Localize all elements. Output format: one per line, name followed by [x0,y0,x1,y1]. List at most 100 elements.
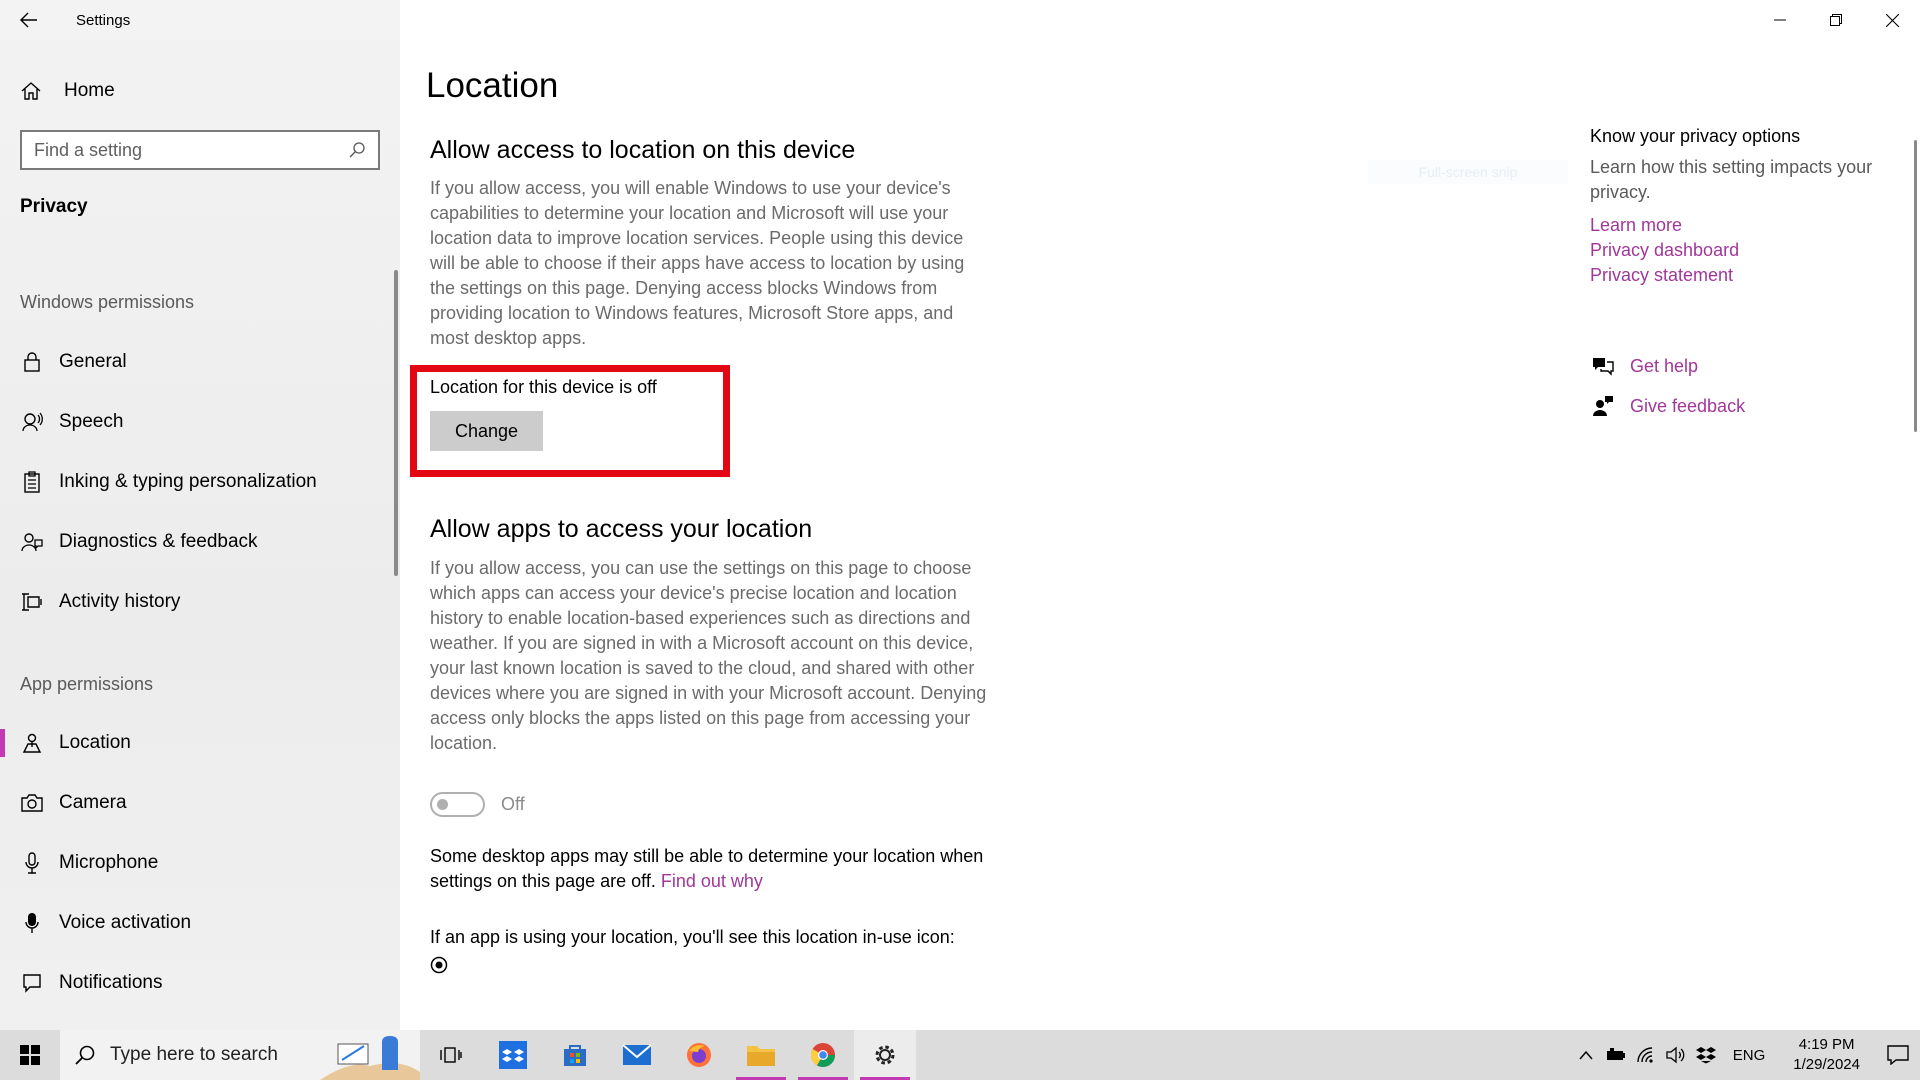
find-setting-search[interactable] [20,130,380,170]
sidebar-item-label: Speech [59,411,124,432]
network-tray-button[interactable] [1631,1030,1661,1080]
page-title: Location [426,66,559,105]
sidebar: Settings Home Privacy Windows permission… [0,0,400,1030]
input-language-indicator[interactable]: ENG [1721,1047,1778,1064]
wifi-icon [1637,1047,1653,1063]
notification-center-icon [1887,1045,1909,1065]
mail-icon [622,1044,652,1065]
sidebar-item-label: Camera [59,792,127,813]
back-button[interactable] [0,0,58,40]
clock-date: 1/29/2024 [1793,1056,1860,1073]
main-content: Location Allow access to location on thi… [400,0,1920,1030]
change-button[interactable]: Change [430,411,543,451]
sidebar-item-activity-history[interactable]: Activity history [0,580,395,624]
firefox-taskbar-app[interactable] [668,1030,730,1080]
settings-taskbar-app[interactable] [854,1030,916,1080]
sidebar-scrollbar[interactable] [394,270,398,576]
sidebar-item-microphone[interactable]: Microphone [0,841,395,885]
sidebar-item-camera[interactable]: Camera [0,781,395,825]
action-center-button[interactable] [1876,1030,1920,1080]
dropbox-taskbar-app[interactable] [482,1030,544,1080]
dropbox-tray-button[interactable] [1691,1030,1721,1080]
minimize-icon [1774,19,1786,21]
privacy-dashboard-link[interactable]: Privacy dashboard [1590,238,1910,263]
sidebar-item-home[interactable]: Home [0,72,400,110]
toggle-state-label: Off [501,794,525,814]
learn-more-link[interactable]: Learn more [1590,213,1910,238]
folder-icon [747,1046,775,1066]
inuse-note: If an app is using your location, you'll… [430,927,955,947]
firefox-icon [687,1043,711,1067]
privacy-options-panel: Know your privacy options Learn how this… [1590,126,1910,288]
system-tray: ENG 4:19 PM 1/29/2024 [1571,1030,1920,1080]
clipboard-icon [20,470,44,494]
show-hidden-icons-button[interactable] [1571,1030,1601,1080]
restore-icon [1830,14,1842,26]
mail-taskbar-app[interactable] [606,1030,668,1080]
give-feedback-link[interactable]: Give feedback [1590,394,1745,418]
faded-snip-label: Full-screen snip [1368,160,1568,184]
apps-location-toggle-row: Off [430,792,525,817]
sidebar-item-inking-typing[interactable]: Inking & typing personalization [0,460,395,504]
current-section-title: Privacy [20,196,88,217]
home-icon [21,82,41,100]
task-view-button[interactable] [420,1030,482,1080]
sidebar-item-label: Location [59,732,131,753]
microphone-icon [20,851,44,875]
sidebar-item-notifications[interactable]: Notifications [0,961,395,1005]
notifications-icon [20,971,44,995]
voice-activation-icon [20,911,44,935]
gear-icon [875,1045,895,1065]
battery-tray-button[interactable] [1601,1030,1631,1080]
speech-icon [20,410,44,434]
device-access-description: If you allow access, you will enable Win… [430,178,965,348]
store-icon [564,1045,586,1066]
get-help-link[interactable]: Get help [1590,354,1698,378]
apps-access-heading: Allow apps to access your location [430,515,813,543]
sidebar-item-voice-activation[interactable]: Voice activation [0,901,395,945]
restore-button[interactable] [1808,0,1864,40]
taskbar: Type here to search ENG 4:19 PM 1/29/202… [0,1030,1920,1080]
home-label: Home [64,80,115,101]
file-explorer-taskbar-app[interactable] [730,1030,792,1080]
task-view-icon [440,1047,462,1063]
windows-permissions-label: Windows permissions [20,292,195,312]
close-icon [1885,13,1899,27]
app-title: Settings [76,11,131,29]
sidebar-item-diagnostics[interactable]: Diagnostics & feedback [0,520,395,564]
sidebar-item-general[interactable]: General [0,340,395,384]
device-location-state: Location for this device is off [430,377,657,397]
close-button[interactable] [1864,0,1920,40]
app-permissions-label: App permissions [20,674,154,694]
desktop-apps-note: Some desktop apps may still be able to d… [430,844,1030,894]
battery-icon [1606,1048,1625,1060]
search-icon [75,1045,95,1065]
sidebar-item-label: Diagnostics & feedback [59,531,258,552]
find-setting-input[interactable] [34,139,348,161]
give-feedback-icon [1590,394,1616,418]
lock-icon [20,350,44,374]
privacy-statement-link[interactable]: Privacy statement [1590,263,1910,288]
windows-logo-icon [20,1045,40,1065]
taskbar-search-placeholder: Type here to search [110,1044,278,1065]
start-button[interactable] [0,1030,60,1080]
apps-location-toggle[interactable] [430,792,485,817]
sidebar-item-label: Voice activation [59,912,192,933]
taskbar-clock[interactable]: 4:19 PM 1/29/2024 [1777,1035,1876,1075]
sidebar-item-location[interactable]: Location [0,721,395,765]
main-scrollbar[interactable] [1914,140,1917,432]
back-arrow-icon [20,12,37,28]
sidebar-item-speech[interactable]: Speech [0,400,395,444]
device-access-heading: Allow access to location on this device [430,136,856,164]
volume-tray-button[interactable] [1661,1030,1691,1080]
minimize-button[interactable] [1752,0,1808,40]
sidebar-item-label: Activity history [59,591,181,612]
location-icon [20,731,44,755]
dropbox-tray-icon [1695,1047,1716,1064]
search-highlight-illustration-icon [320,1036,420,1080]
microsoft-store-taskbar-app[interactable] [544,1030,606,1080]
taskbar-search-box[interactable]: Type here to search [60,1030,420,1080]
camera-icon [20,791,44,815]
chrome-taskbar-app[interactable] [792,1030,854,1080]
find-out-why-link[interactable]: Find out why [661,871,763,891]
